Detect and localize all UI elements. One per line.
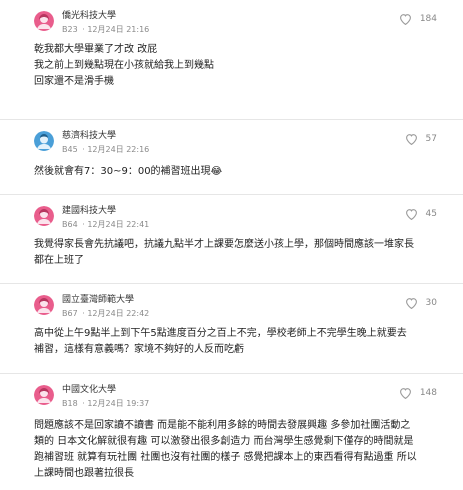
floor-number: B45 — [62, 145, 78, 154]
comment-line: 我之前上到幾點現在小孩就給我上到幾點 — [34, 60, 214, 71]
comment-meta: 國立臺灣師範大學 B67 · 12月24日 22:42 — [62, 294, 151, 318]
like-count: 184 — [419, 14, 437, 24]
school-name[interactable]: 中國文化大學 — [62, 384, 151, 396]
comment-body: 高中從上午9點半上到下午5點進度百分之百上不完，學校老師上不完學生晚上就要去 補… — [34, 326, 443, 358]
comment-line: 都在上班了 — [34, 255, 84, 266]
female-avatar-icon[interactable] — [34, 206, 54, 226]
comment-line: 高中從上午9點半上到下午5點進度百分之百上不完，學校老師上不完學生晚上就要去 — [34, 328, 407, 339]
heart-icon — [399, 14, 411, 25]
floor-number: B18 — [62, 399, 78, 408]
comment-body: 然後就會有7：30~9：00的補習班出現😂 — [34, 164, 437, 180]
comment-body: 我覺得家長會先抗議吧，抗議九點半才上課要怎麼送小孩上學，那個時間應該一堆家長 都… — [34, 237, 443, 269]
comment-meta: 慈濟科技大學 B45 · 12月24日 22:16 — [62, 130, 151, 154]
like-button[interactable]: 148 — [399, 387, 437, 399]
heart-icon — [399, 388, 411, 399]
comment-feed: 僑光科技大學 B23 · 12月24日 21:16 184 乾我都大學畢業了才改… — [0, 0, 463, 490]
female-avatar-icon[interactable] — [34, 295, 54, 315]
comment-line: 然後就會有7：30~9：00的補習班出現😂 — [34, 166, 223, 177]
comment-item: 慈濟科技大學 B45 · 12月24日 22:16 57 然後就會有7：30~9… — [0, 120, 463, 195]
post-time: 12月24日 22:16 — [87, 145, 150, 154]
like-count: 57 — [425, 134, 437, 144]
post-time: 12月24日 22:42 — [87, 309, 150, 318]
like-button[interactable]: 184 — [399, 13, 437, 25]
comment-item: 國立臺灣師範大學 B67 · 12月24日 22:42 30 高中從上午9點半上… — [0, 284, 463, 374]
comment-line: 上課時間也跟著拉很長 — [34, 468, 134, 479]
like-button[interactable]: 30 — [405, 297, 437, 309]
comment-line: 補習，這樣有意義嗎？家境不夠好的人反而吃虧 — [34, 344, 244, 355]
comment-meta: 僑光科技大學 B23 · 12月24日 21:16 — [62, 10, 151, 34]
like-button[interactable]: 57 — [405, 133, 437, 145]
like-count: 148 — [419, 388, 437, 398]
post-time: 12月24日 19:37 — [87, 399, 150, 408]
comment-body: 問題應該不是回家讀不讀書 而是能不能利用多餘的時間去發展興趣 多參加社團活動之 … — [34, 418, 443, 482]
school-name[interactable]: 建國科技大學 — [62, 205, 151, 217]
school-name[interactable]: 慈濟科技大學 — [62, 130, 151, 142]
post-time: 12月24日 21:16 — [87, 25, 150, 34]
like-count: 30 — [425, 298, 437, 308]
comment-line: 問題應該不是回家讀不讀書 而是能不能利用多餘的時間去發展興趣 多參加社團活動之 — [34, 420, 411, 431]
comment-line: 跑補習班 就算有玩社團 社團也沒有社團的樣子 感覺把課本上的東西看得有點過重 所… — [34, 452, 417, 463]
like-button[interactable]: 45 — [405, 208, 437, 220]
school-name[interactable]: 僑光科技大學 — [62, 10, 151, 22]
comment-line: 我覺得家長會先抗議吧，抗議九點半才上課要怎麼送小孩上學，那個時間應該一堆家長 — [34, 239, 414, 250]
comment-body: 乾我都大學畢業了才改 改屁 我之前上到幾點現在小孩就給我上到幾點 回家還不是滑手… — [34, 42, 437, 90]
comment-meta: 中國文化大學 B18 · 12月24日 19:37 — [62, 384, 151, 408]
floor-number: B23 — [62, 25, 78, 34]
comment-line: 回家還不是滑手機 — [34, 76, 114, 87]
post-time: 12月24日 22:41 — [87, 220, 150, 229]
school-name[interactable]: 國立臺灣師範大學 — [62, 294, 151, 306]
comment-line: 類的 日本文化解就很有趣 可以激發出很多創造力 而台灣學生感覺剩下僅存的時間就是 — [34, 436, 414, 447]
floor-number: B64 — [62, 220, 78, 229]
female-avatar-icon[interactable] — [34, 385, 54, 405]
like-count: 45 — [425, 209, 437, 219]
heart-icon — [405, 134, 417, 145]
heart-icon — [405, 209, 417, 220]
comment-line: 乾我都大學畢業了才改 改屁 — [34, 44, 158, 55]
comment-item: 中國文化大學 B18 · 12月24日 19:37 148 問題應該不是回家讀不… — [0, 374, 463, 490]
male-avatar-icon[interactable] — [34, 131, 54, 151]
female-avatar-icon[interactable] — [34, 11, 54, 31]
floor-number: B67 — [62, 309, 78, 318]
heart-icon — [405, 298, 417, 309]
comment-meta: 建國科技大學 B64 · 12月24日 22:41 — [62, 205, 151, 229]
comment-item: 建國科技大學 B64 · 12月24日 22:41 45 我覺得家長會先抗議吧，… — [0, 195, 463, 284]
comment-item: 僑光科技大學 B23 · 12月24日 21:16 184 乾我都大學畢業了才改… — [0, 0, 463, 120]
